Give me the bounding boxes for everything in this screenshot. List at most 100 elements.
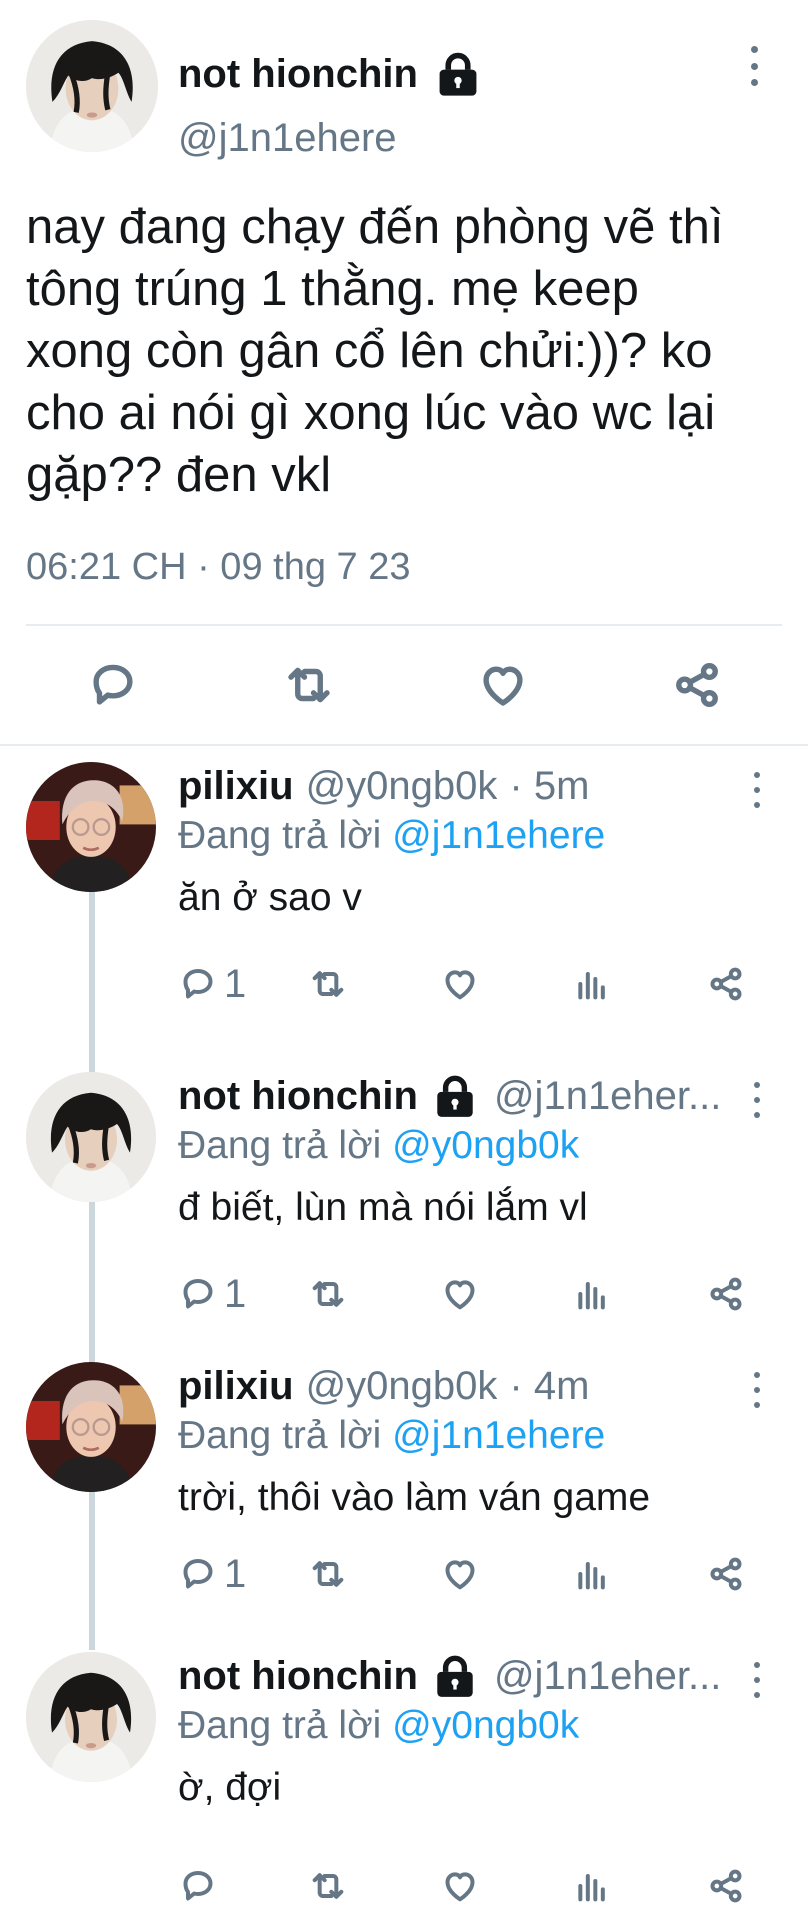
reply-button[interactable]: 1 bbox=[178, 1272, 246, 1316]
mention-link[interactable]: @y0ngb0k bbox=[392, 1704, 579, 1747]
avatar[interactable] bbox=[26, 1652, 156, 1782]
stats-icon bbox=[572, 1866, 612, 1906]
reply-tweet[interactable]: pilixiu @y0ngb0k · 4m Đang trả lời @j1n1… bbox=[0, 1362, 808, 1622]
avatar[interactable] bbox=[26, 1072, 156, 1202]
display-name[interactable]: pilixiu bbox=[178, 764, 294, 809]
reply-icon bbox=[178, 1866, 218, 1906]
more-options-icon[interactable] bbox=[748, 1082, 766, 1118]
reply-tweet[interactable]: not hionchin @j1n1eher... Đang trả lời @… bbox=[0, 1652, 808, 1920]
user-handle[interactable]: @j1n1eher... bbox=[494, 1074, 721, 1119]
reply-actions: 1 bbox=[178, 962, 768, 1012]
like-button[interactable] bbox=[440, 1272, 480, 1316]
reply-actions bbox=[178, 1864, 768, 1914]
retweet-icon bbox=[308, 1866, 348, 1906]
retweet-icon bbox=[308, 1554, 348, 1594]
reply-tweet[interactable]: pilixiu @y0ngb0k · 5m Đang trả lời @j1n1… bbox=[0, 762, 808, 1042]
more-options-icon[interactable] bbox=[748, 1662, 766, 1698]
reply-icon bbox=[178, 1554, 218, 1594]
replying-to: Đang trả lời @j1n1ehere bbox=[178, 814, 605, 858]
stats-button[interactable] bbox=[572, 1864, 612, 1908]
reply-icon bbox=[86, 658, 140, 712]
more-options-icon[interactable] bbox=[748, 1372, 766, 1408]
share-button[interactable] bbox=[670, 658, 724, 712]
reply-button[interactable]: 1 bbox=[178, 1552, 246, 1596]
display-name[interactable]: pilixiu bbox=[178, 1364, 294, 1409]
stats-button[interactable] bbox=[572, 1552, 612, 1596]
avatar[interactable] bbox=[26, 20, 158, 152]
retweet-icon bbox=[282, 658, 336, 712]
share-icon bbox=[706, 1274, 746, 1314]
user-handle[interactable]: @j1n1eher... bbox=[494, 1654, 721, 1699]
stats-button[interactable] bbox=[572, 1272, 612, 1316]
reply-header: not hionchin @j1n1eher... bbox=[178, 1652, 726, 1700]
reply-button[interactable]: 1 bbox=[178, 962, 246, 1006]
share-button[interactable] bbox=[706, 962, 746, 1006]
share-icon bbox=[706, 964, 746, 1004]
more-options-icon[interactable] bbox=[748, 772, 766, 808]
display-name-text: not hionchin bbox=[178, 51, 418, 96]
reply-icon bbox=[178, 1274, 218, 1314]
stats-icon bbox=[572, 1274, 612, 1314]
user-handle[interactable]: @y0ngb0k bbox=[306, 1364, 498, 1409]
stats-icon bbox=[572, 964, 612, 1004]
retweet-button[interactable] bbox=[308, 1552, 348, 1596]
like-icon bbox=[440, 964, 480, 1004]
lock-icon bbox=[430, 1652, 480, 1700]
avatar-image bbox=[26, 1362, 156, 1492]
reply-tweet[interactable]: not hionchin @j1n1eher... Đang trả lời @… bbox=[0, 1072, 808, 1352]
reply-actions: 1 bbox=[178, 1272, 768, 1322]
stats-button[interactable] bbox=[572, 962, 612, 1006]
retweet-button[interactable] bbox=[308, 1272, 348, 1316]
display-name[interactable]: not hionchin bbox=[178, 1074, 418, 1119]
reply-count: 1 bbox=[224, 1271, 247, 1316]
reply-count: 1 bbox=[224, 961, 247, 1006]
stats-icon bbox=[572, 1554, 612, 1594]
user-handle[interactable]: @y0ngb0k bbox=[306, 764, 498, 809]
share-icon bbox=[706, 1866, 746, 1906]
share-button[interactable] bbox=[706, 1272, 746, 1316]
divider bbox=[26, 624, 782, 626]
reply-actions: 1 bbox=[178, 1552, 768, 1602]
avatar[interactable] bbox=[26, 1362, 156, 1492]
like-button[interactable] bbox=[440, 1864, 480, 1908]
avatar-image bbox=[26, 1652, 156, 1782]
retweet-button[interactable] bbox=[308, 1864, 348, 1908]
mention-link[interactable]: @j1n1ehere bbox=[392, 814, 605, 857]
like-icon bbox=[440, 1274, 480, 1314]
avatar[interactable] bbox=[26, 762, 156, 892]
retweet-icon bbox=[308, 1274, 348, 1314]
like-button[interactable] bbox=[440, 962, 480, 1006]
user-handle[interactable]: @j1n1ehere bbox=[178, 116, 397, 161]
share-icon bbox=[670, 658, 724, 712]
reply-header: pilixiu @y0ngb0k · 4m bbox=[178, 1362, 726, 1410]
share-button[interactable] bbox=[706, 1864, 746, 1908]
tweet-actions bbox=[0, 650, 808, 720]
replying-prefix: Đang trả lời bbox=[178, 1414, 382, 1457]
reply-time: · 4m bbox=[509, 1363, 590, 1408]
reply-header: pilixiu @y0ngb0k · 5m bbox=[178, 762, 726, 810]
reply-text: ăn ở sao v bbox=[178, 876, 362, 919]
reply-icon bbox=[178, 964, 218, 1004]
mention-link[interactable]: @y0ngb0k bbox=[392, 1124, 579, 1167]
lock-icon bbox=[432, 48, 484, 100]
retweet-icon bbox=[308, 964, 348, 1004]
mention-link[interactable]: @j1n1ehere bbox=[392, 1414, 605, 1457]
display-name[interactable]: not hionchin bbox=[178, 1654, 418, 1699]
reply-text: đ biết, lùn mà nói lắm vl bbox=[178, 1186, 588, 1229]
display-name[interactable]: not hionchin bbox=[178, 48, 484, 100]
avatar-image bbox=[26, 762, 156, 892]
like-button[interactable] bbox=[440, 1552, 480, 1596]
avatar-image bbox=[26, 1072, 156, 1202]
retweet-button[interactable] bbox=[282, 658, 336, 712]
lock-icon bbox=[430, 1072, 480, 1120]
share-button[interactable] bbox=[706, 1552, 746, 1596]
reply-button[interactable] bbox=[178, 1864, 224, 1908]
more-options-icon[interactable] bbox=[744, 46, 764, 86]
share-icon bbox=[706, 1554, 746, 1594]
like-button[interactable] bbox=[476, 658, 530, 712]
replying-to: Đang trả lời @j1n1ehere bbox=[178, 1414, 605, 1458]
tweet-timestamp: 06:21 CH · 09 thg 7 23 bbox=[26, 546, 411, 588]
reply-button[interactable] bbox=[86, 658, 140, 712]
reply-count: 1 bbox=[224, 1551, 247, 1596]
retweet-button[interactable] bbox=[308, 962, 348, 1006]
